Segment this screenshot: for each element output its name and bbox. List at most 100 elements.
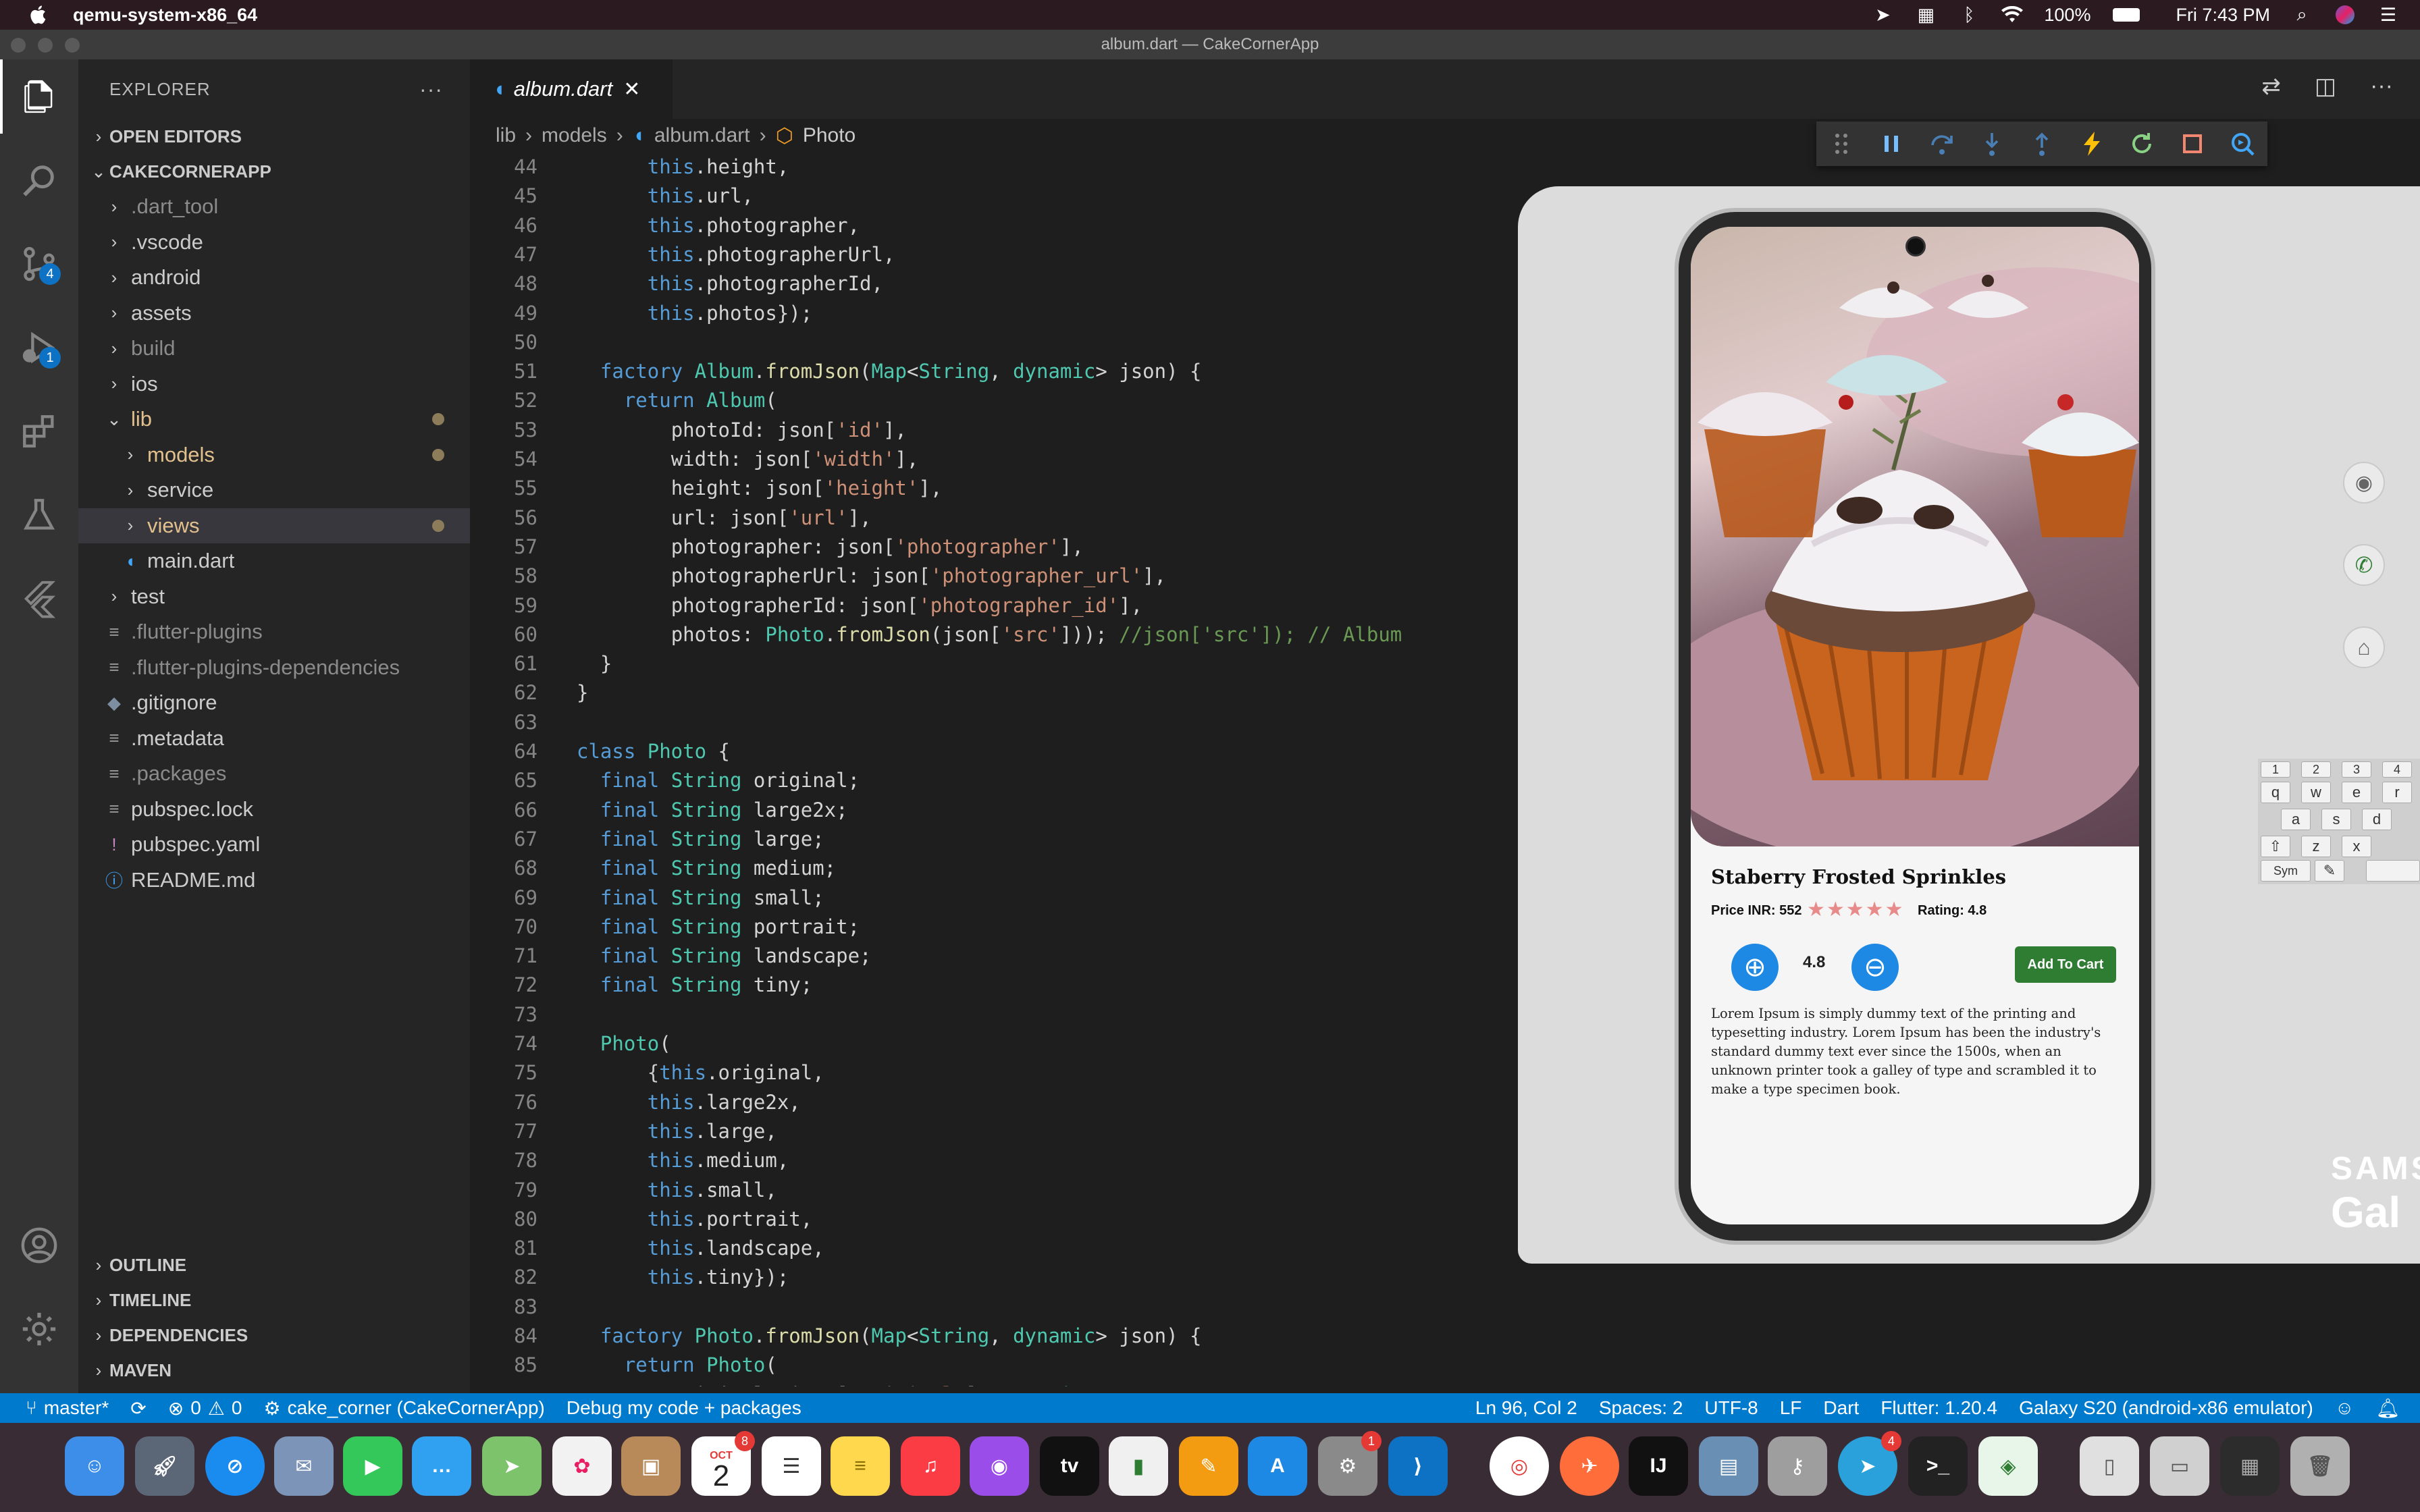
phone-screen[interactable]: Staberry Frosted Sprinkles Price INR: 55… bbox=[1691, 227, 2139, 1224]
key-x[interactable]: x bbox=[2342, 836, 2371, 857]
battery-icon[interactable] bbox=[2111, 5, 2142, 25]
handwriting-key-icon[interactable]: ✎ bbox=[2315, 860, 2344, 882]
key-q[interactable]: q bbox=[2261, 782, 2290, 803]
keychain-icon[interactable]: ⚷ bbox=[1768, 1436, 1827, 1496]
tree-item[interactable]: › ios bbox=[78, 367, 470, 402]
reminders-icon[interactable]: ☰ bbox=[762, 1436, 821, 1496]
key-2[interactable]: 2 bbox=[2301, 761, 2331, 778]
mail-icon[interactable]: ✉ bbox=[274, 1436, 334, 1496]
inspect-widget-button[interactable] bbox=[2217, 122, 2267, 166]
open-editors-section[interactable]: › OPEN EDITORS bbox=[78, 119, 470, 154]
testing-activity[interactable] bbox=[0, 478, 78, 552]
recent-window-icon[interactable]: ▦ bbox=[2220, 1436, 2280, 1496]
tree-item[interactable]: ⓘ README.md bbox=[78, 863, 470, 898]
maven-section[interactable]: › MAVEN bbox=[78, 1353, 470, 1388]
wifi-icon[interactable] bbox=[2001, 5, 2024, 25]
stop-button[interactable] bbox=[2167, 122, 2217, 166]
zoom-window-button[interactable] bbox=[65, 38, 80, 53]
tree-item[interactable]: ⌄ lib bbox=[78, 402, 470, 437]
tree-item[interactable]: ◆ .gitignore bbox=[78, 685, 470, 721]
breadcrumb-symbol[interactable]: Photo bbox=[803, 124, 856, 147]
menubar-clock[interactable]: Fri 7:43 PM bbox=[2176, 5, 2270, 26]
more-actions-icon[interactable]: ··· bbox=[419, 77, 443, 102]
podcasts-icon[interactable]: ◉ bbox=[970, 1436, 1029, 1496]
terminal-icon[interactable]: >_ bbox=[1908, 1436, 1968, 1496]
tree-item[interactable]: ≡ pubspec.lock bbox=[78, 792, 470, 828]
tree-item[interactable]: › assets bbox=[78, 296, 470, 331]
cursor-position[interactable]: Ln 96, Col 2 bbox=[1465, 1397, 1588, 1419]
explorer-activity[interactable] bbox=[0, 59, 78, 134]
add-to-cart-button[interactable]: Add To Cart bbox=[2015, 946, 2116, 983]
trash-icon[interactable]: 🗑︎ bbox=[2290, 1436, 2350, 1496]
calendar-widget-icon[interactable]: ▦ bbox=[1914, 5, 1937, 25]
source-control-activity[interactable]: 4 bbox=[0, 227, 78, 301]
close-tab-icon[interactable]: ✕ bbox=[623, 78, 640, 101]
tree-item[interactable]: › test bbox=[78, 579, 470, 615]
postman-icon[interactable]: ✈ bbox=[1560, 1436, 1619, 1496]
breadcrumb-file[interactable]: album.dart bbox=[654, 124, 750, 147]
contacts-icon[interactable]: ▣ bbox=[621, 1436, 681, 1496]
apple-tv-icon[interactable]: tv bbox=[1040, 1436, 1099, 1496]
account-activity[interactable] bbox=[0, 1208, 78, 1282]
breadcrumb-models[interactable]: models bbox=[542, 124, 607, 147]
key-s[interactable]: s bbox=[2321, 809, 2351, 830]
indentation[interactable]: Spaces: 2 bbox=[1588, 1397, 1694, 1419]
facetime-icon[interactable]: ▶ bbox=[343, 1436, 402, 1496]
flutter-version[interactable]: Flutter: 1.20.4 bbox=[1870, 1397, 2008, 1419]
open-changes-icon[interactable]: ⇄ bbox=[2261, 73, 2281, 100]
telegram-icon[interactable]: ➤ 4 bbox=[1838, 1431, 1901, 1496]
step-over-button[interactable] bbox=[1916, 122, 1966, 166]
pause-button[interactable] bbox=[1866, 122, 1916, 166]
tree-item[interactable]: › models bbox=[78, 437, 470, 473]
app-store-icon[interactable]: A bbox=[1248, 1436, 1307, 1496]
minimize-window-button[interactable] bbox=[38, 38, 53, 53]
increment-button[interactable]: ⊕ bbox=[1731, 944, 1779, 991]
key-a[interactable]: a bbox=[2281, 809, 2311, 830]
outline-section[interactable]: › OUTLINE bbox=[78, 1247, 470, 1282]
code-editor[interactable]: 44 this.height, 45 this.url, 46 this.photo… bbox=[470, 153, 1517, 1386]
safari-icon[interactable]: ⊘ bbox=[205, 1436, 265, 1496]
tree-item[interactable]: ◖ main.dart bbox=[78, 543, 470, 579]
android-studio-icon[interactable]: ◈ bbox=[1978, 1436, 2038, 1496]
key-e[interactable]: e bbox=[2342, 782, 2371, 803]
tab-album-dart[interactable]: ◖ album.dart ✕ bbox=[470, 59, 673, 119]
photos-icon[interactable]: ✿ bbox=[552, 1436, 612, 1496]
intellij-icon[interactable]: IJ bbox=[1629, 1436, 1688, 1496]
run-debug-activity[interactable]: 1 bbox=[0, 310, 78, 385]
notes-icon[interactable]: ≡ bbox=[831, 1436, 890, 1496]
key-z[interactable]: z bbox=[2301, 836, 2331, 857]
problems-indicator[interactable]: ⊗ 0 ⚠ 0 bbox=[157, 1397, 253, 1420]
language-mode[interactable]: Dart bbox=[1812, 1397, 1870, 1419]
key-w[interactable]: w bbox=[2301, 782, 2331, 803]
screenshot-stack-icon[interactable]: ▭ bbox=[2150, 1436, 2209, 1496]
step-out-button[interactable] bbox=[2017, 122, 2067, 166]
siri-icon[interactable] bbox=[2334, 5, 2357, 25]
apple-logo-icon[interactable] bbox=[28, 4, 50, 26]
sym-key[interactable]: Sym bbox=[2261, 860, 2311, 882]
debug-project[interactable]: ⚙ cake_corner (CakeCornerApp) bbox=[253, 1397, 555, 1420]
timeline-section[interactable]: › TIMELINE bbox=[78, 1282, 470, 1318]
encoding[interactable]: UTF-8 bbox=[1693, 1397, 1768, 1419]
tree-item[interactable]: › android bbox=[78, 260, 470, 296]
manage-activity[interactable] bbox=[0, 1292, 78, 1366]
calendar-icon[interactable]: OCT 2 8 bbox=[691, 1431, 755, 1496]
spotlight-search-icon[interactable]: ⌕ bbox=[2290, 4, 2313, 25]
notifications-bell-icon[interactable]: 🔔︎ bbox=[2365, 1397, 2420, 1420]
tree-item[interactable]: ≡ .packages bbox=[78, 756, 470, 792]
numbers-icon[interactable]: ▮ bbox=[1109, 1436, 1168, 1496]
space-key[interactable] bbox=[2366, 860, 2420, 882]
chrome-icon[interactable]: ◎ bbox=[1490, 1436, 1549, 1496]
device-selector[interactable]: Galaxy S20 (android-x86 emulator) bbox=[2008, 1397, 2324, 1419]
active-app-name[interactable]: qemu-system-x86_64 bbox=[73, 5, 257, 26]
split-editor-icon[interactable]: ◫ bbox=[2315, 73, 2336, 100]
restart-button[interactable] bbox=[2117, 122, 2167, 166]
call-control[interactable]: ✆ bbox=[2343, 544, 2385, 586]
tree-item[interactable]: ≡ .metadata bbox=[78, 721, 470, 757]
pages-icon[interactable]: ✎ bbox=[1179, 1436, 1238, 1496]
debug-config[interactable]: Debug my code + packages bbox=[556, 1397, 812, 1419]
system-preferences-icon[interactable]: ⚙ 1 bbox=[1318, 1431, 1382, 1496]
hot-reload-button[interactable] bbox=[2067, 122, 2117, 166]
home-control[interactable]: ⌂ bbox=[2343, 626, 2385, 668]
maps-icon[interactable]: ➤ bbox=[482, 1436, 542, 1496]
tree-item[interactable]: ≡ .flutter-plugins bbox=[78, 614, 470, 650]
